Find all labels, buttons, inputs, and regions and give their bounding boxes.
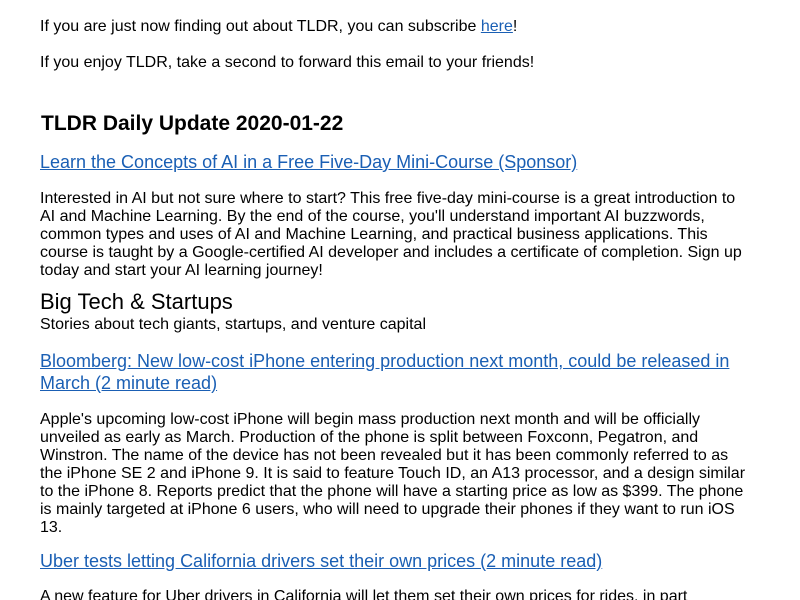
section-title: Big Tech & Startups	[40, 289, 233, 314]
subscribe-line: If you are just now finding out about TL…	[40, 15, 750, 39]
subscribe-suffix: !	[512, 18, 518, 35]
story-body-iphone: Apple's upcoming low-cost iPhone will be…	[40, 411, 746, 536]
story-link-iphone[interactable]: Bloomberg: New low-cost iPhone entering …	[40, 350, 750, 394]
subscribe-here-link[interactable]: here	[481, 18, 513, 35]
section-subtitle: Stories about tech giants, startups, and…	[40, 316, 427, 333]
email-content: If you are just now finding out about TL…	[40, 15, 750, 600]
story-link-uber[interactable]: Uber tests letting California drivers se…	[40, 550, 750, 572]
sponsor-link[interactable]: Learn the Concepts of AI in a Free Five-…	[40, 151, 750, 173]
sponsor-description: Interested in AI but not sure where to s…	[40, 190, 742, 279]
newsletter-title: TLDR Daily Update 2020-01-22	[41, 112, 344, 135]
forward-line: If you enjoy TLDR, take a second to forw…	[40, 54, 535, 71]
subscribe-prefix: If you are just now finding out about TL…	[40, 18, 481, 35]
story-body-uber: A new feature for Uber drivers in Califo…	[40, 588, 688, 600]
